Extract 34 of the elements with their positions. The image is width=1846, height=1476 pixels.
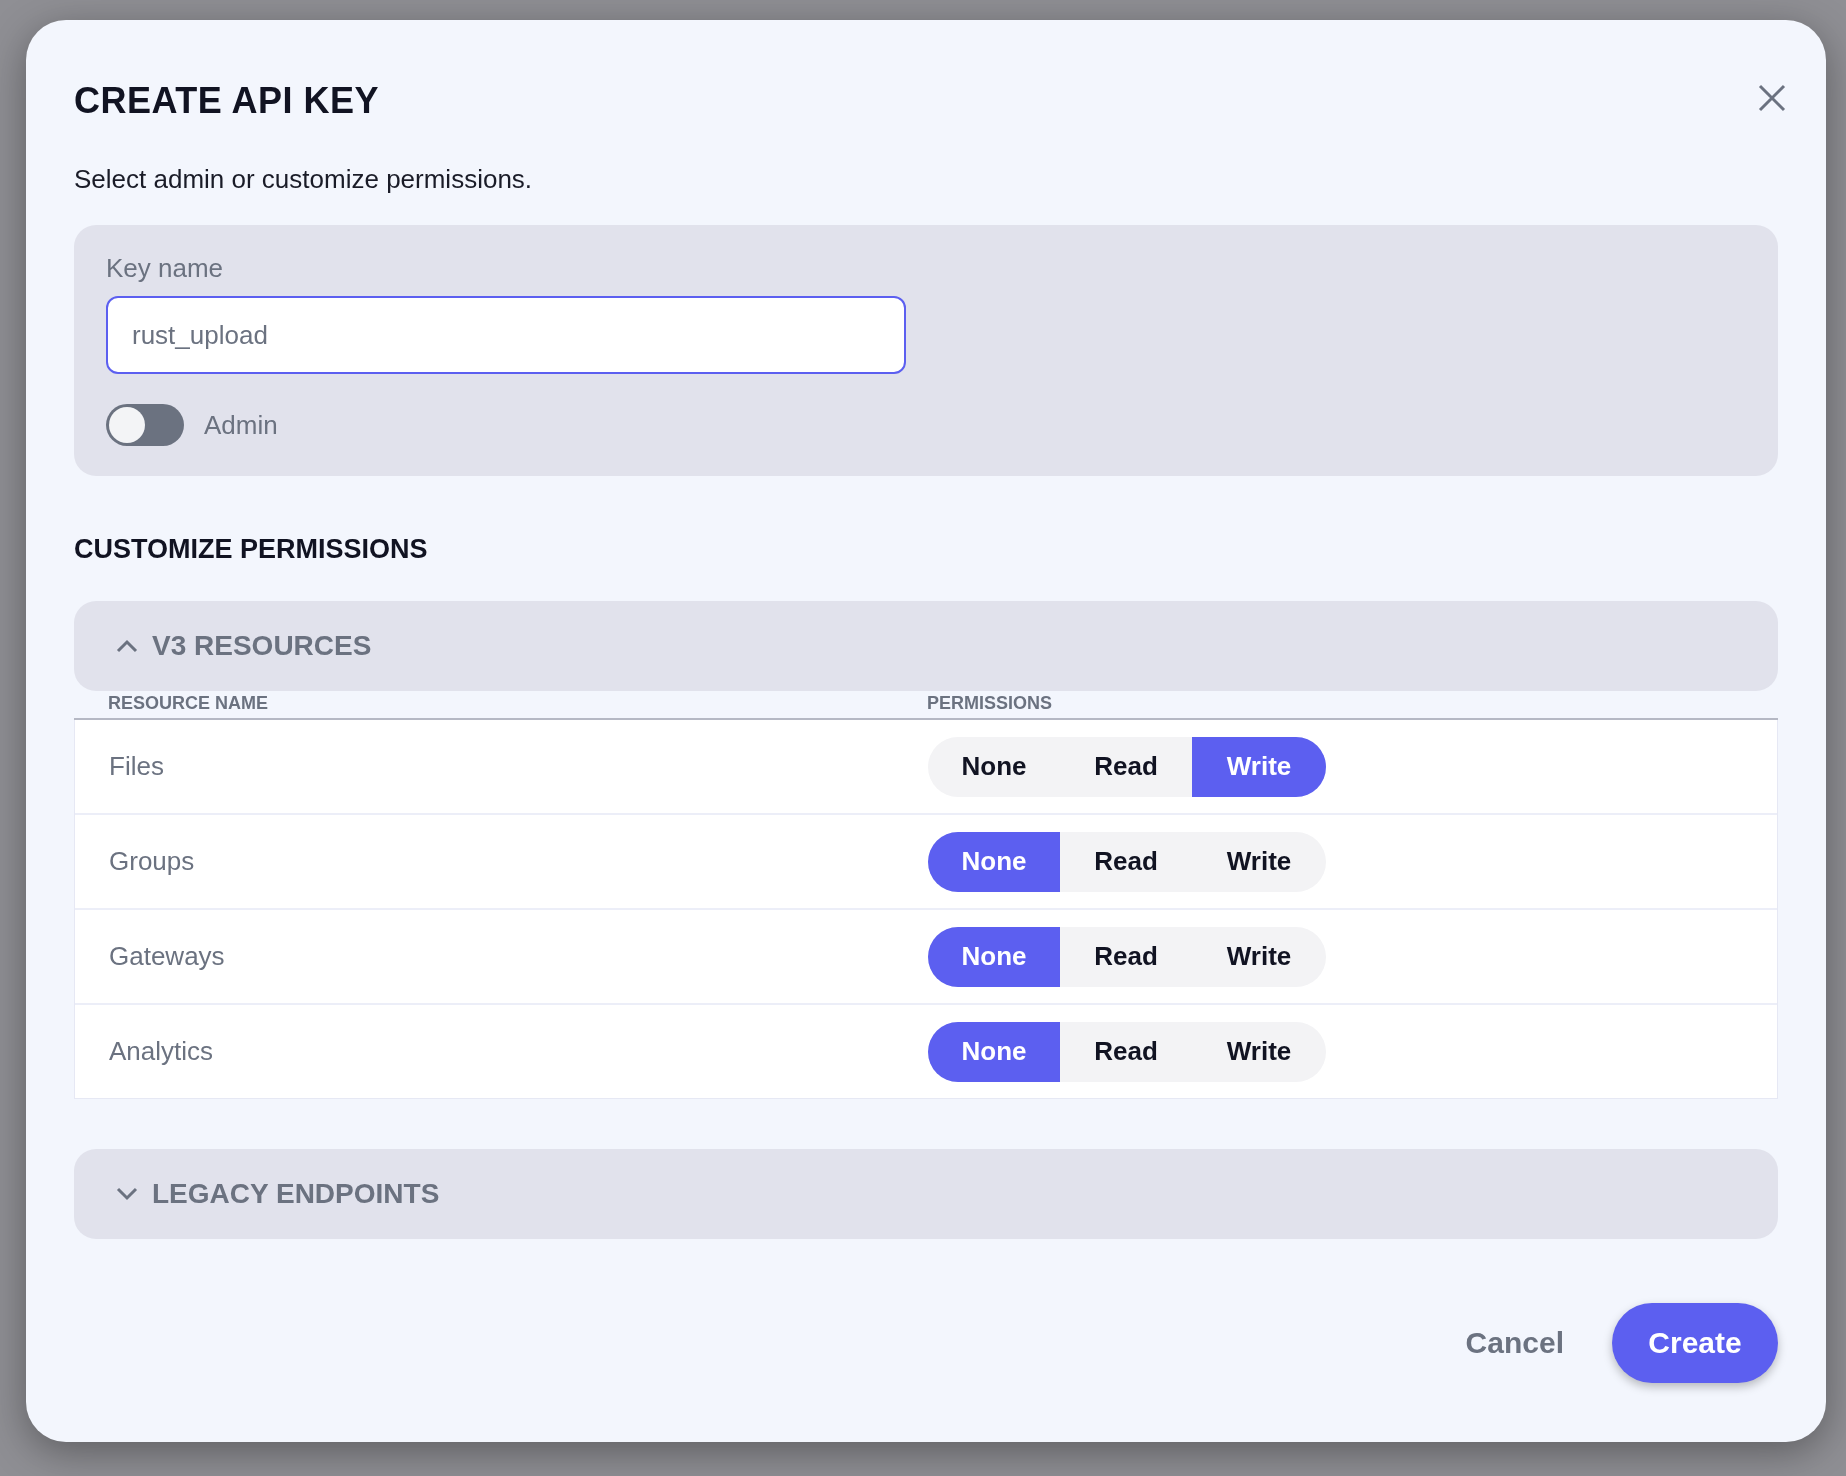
column-header: PERMISSIONS — [927, 693, 1053, 714]
permission-option[interactable]: None — [928, 736, 1060, 797]
toggle-label: Admin — [204, 409, 278, 441]
permission-option[interactable]: Write — [1192, 926, 1326, 987]
permission-option[interactable]: Write — [1192, 831, 1326, 892]
section-title: CUSTOMIZE PERMISSIONS — [74, 534, 429, 565]
dialog-subtitle: Select admin or customize permissions. — [74, 164, 534, 195]
permission-option[interactable]: Read — [1060, 831, 1192, 892]
permission-option[interactable]: Write — [1192, 1021, 1326, 1082]
close-icon[interactable] — [1756, 82, 1788, 114]
resource-name: Groups — [108, 846, 196, 877]
resource-name: Gateways — [108, 941, 226, 972]
permission-option[interactable]: None — [928, 926, 1060, 987]
permission-option[interactable]: Read — [1060, 926, 1192, 987]
key-name-field[interactable]: rust_upload — [106, 296, 906, 374]
permission-option[interactable]: Read — [1060, 1021, 1192, 1082]
field-label: Key name — [106, 253, 225, 284]
permission-option[interactable]: None — [928, 831, 1060, 892]
admin-toggle[interactable] — [106, 404, 184, 446]
permission-option[interactable]: Write — [1192, 736, 1326, 797]
accordion-title: LEGACY ENDPOINTS — [152, 1178, 440, 1210]
column-header: RESOURCE NAME — [107, 693, 269, 714]
accordion-title: V3 RESOURCES — [152, 630, 372, 662]
chevron-down-icon — [116, 1187, 138, 1201]
chevron-up-icon — [116, 639, 138, 653]
permission-option[interactable]: None — [928, 1021, 1060, 1082]
permission-option[interactable]: Read — [1060, 736, 1192, 797]
accordion-header[interactable]: LEGACY ENDPOINTS — [74, 1149, 1778, 1239]
cancel-button[interactable]: Cancel — [1459, 1325, 1570, 1361]
resource-name: Files — [108, 751, 165, 782]
create-button[interactable]: Create — [1612, 1303, 1778, 1383]
resource-name: Analytics — [108, 1036, 215, 1067]
accordion-header[interactable]: V3 RESOURCES — [74, 601, 1778, 691]
dialog-title: CREATE API KEY — [74, 80, 380, 122]
